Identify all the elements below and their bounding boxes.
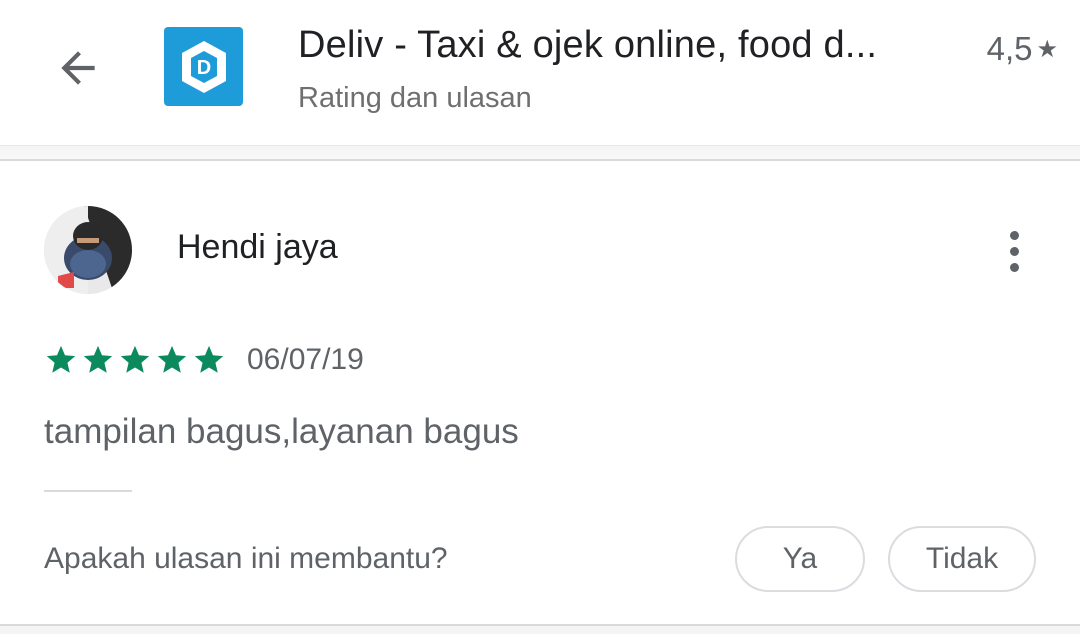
deliv-logo-icon: D [181, 40, 226, 93]
star-icon [83, 345, 113, 373]
app-rating: 4,5 ★ [987, 30, 1058, 68]
svg-text:D: D [196, 57, 210, 79]
app-rating-value: 4,5 [986, 30, 1033, 67]
app-icon[interactable]: D [164, 27, 243, 106]
star-icon [194, 345, 224, 373]
review-date: 06/07/19 [247, 343, 364, 376]
back-button[interactable] [40, 30, 116, 106]
review-text: tampilan bagus,layanan bagus [44, 412, 519, 451]
arrow-left-icon [61, 51, 95, 85]
star-icon [157, 345, 187, 373]
helpful-question: Apakah ulasan ini membantu? [44, 542, 448, 575]
more-vertical-icon [1009, 230, 1019, 240]
bottom-divider [0, 624, 1080, 634]
page-subtitle: Rating dan ulasan [298, 82, 532, 114]
star-icon [46, 345, 76, 373]
star-icon: ★ [1036, 35, 1058, 63]
header-divider [0, 145, 1080, 161]
more-options-button[interactable] [990, 222, 1038, 280]
divider [44, 490, 132, 492]
app-title: Deliv - Taxi & ojek online, food d... [298, 24, 878, 66]
reviewer-name: Hendi jaya [177, 228, 338, 266]
avatar [44, 206, 132, 294]
app-bar: D Deliv - Taxi & ojek online, food d... … [0, 0, 1080, 145]
helpful-no-button[interactable]: Tidak [888, 526, 1036, 592]
star-rating [44, 343, 226, 377]
helpful-yes-button[interactable]: Ya [735, 526, 865, 592]
star-icon [120, 345, 150, 373]
